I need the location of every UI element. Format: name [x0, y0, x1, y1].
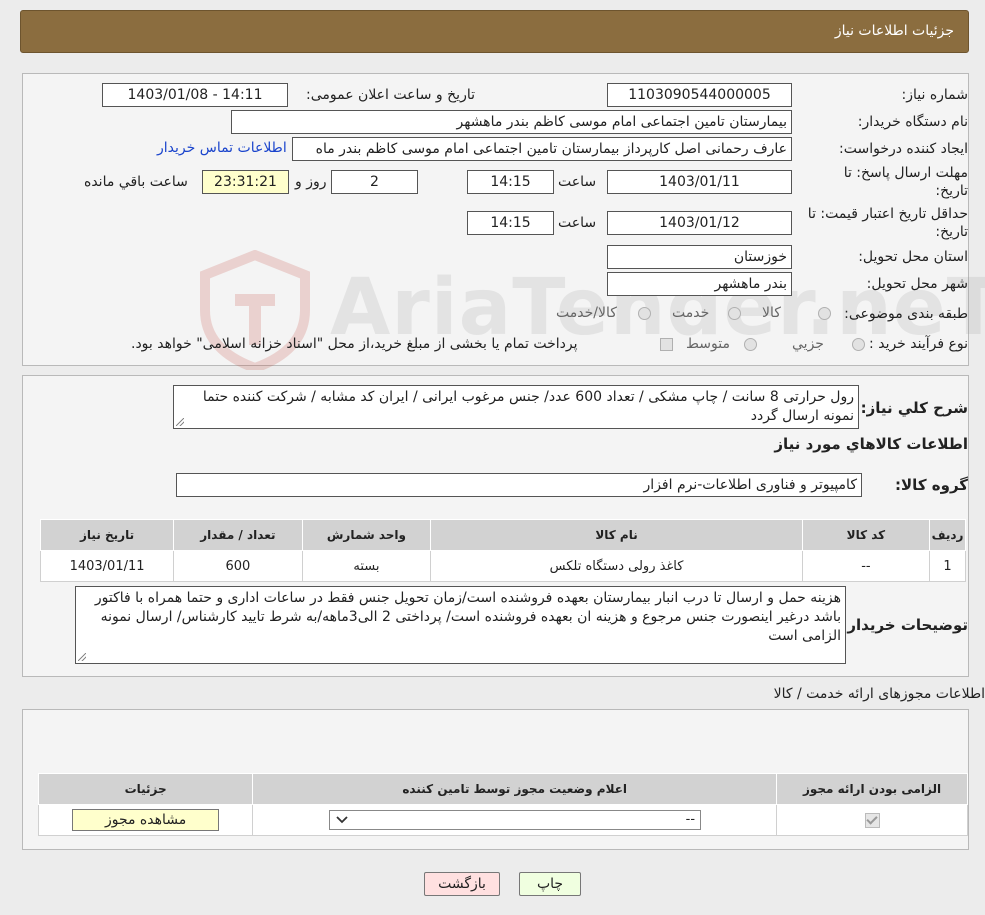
page-header: جزئیات اطلاعات نیاز	[20, 10, 969, 53]
permits-title: اطلاعات مجوزهای ارائه خدمت / کالا	[773, 686, 985, 702]
buyer-org-field: بیمارستان تامین اجتماعی امام موسی کاظم ب…	[231, 110, 792, 134]
category-option-goods-service: کالا/خدمت	[556, 305, 617, 321]
print-button[interactable]: چاپ	[519, 872, 581, 896]
goods-col-quantity: تعداد / مقدار	[173, 519, 303, 551]
permits-col-required: الزامی بودن ارائه مجوز	[776, 773, 968, 805]
city-field: بندر ماهشهر	[607, 272, 792, 296]
category-radio-service[interactable]	[728, 307, 741, 320]
goods-group-label: گروه کالا:	[895, 476, 968, 494]
goods-col-code: کد کالا	[801, 519, 931, 551]
announce-field: 1403/01/08 - 14:11	[102, 83, 288, 107]
purchase-radio-medium[interactable]	[744, 338, 757, 351]
buyer-notes-label: توضیحات خریدار:	[841, 616, 968, 634]
validity-label: حداقل تاریخ اعتبار قیمت: تا	[807, 206, 968, 222]
buyer-contact-link[interactable]: اطلاعات تماس خریدار	[157, 140, 287, 156]
creator-field: عارف رحمانی اصل کارپرداز بیمارستان تامین…	[292, 137, 792, 161]
permits-cell-status: --	[252, 804, 778, 836]
view-permit-button[interactable]: مشاهده مجوز	[72, 809, 220, 831]
permits-table: الزامی بودن ارائه مجوز اعلام وضعیت مجوز …	[37, 773, 968, 836]
deadline-date-field: 1403/01/11	[607, 170, 792, 194]
goods-cell-unit: بسته	[301, 550, 432, 582]
page-title: جزئیات اطلاعات نیاز	[834, 23, 954, 39]
province-label: استان محل تحویل:	[858, 249, 968, 265]
category-radio-goods[interactable]	[818, 307, 831, 320]
announce-label: تاریخ و ساعت اعلان عمومی:	[306, 87, 475, 103]
goods-table: ردیف کد کالا نام کالا واحد شمارش تعداد /…	[39, 519, 966, 582]
description-textarea[interactable]: رول حرارتی 8 سانت / چاپ مشکی / تعداد 600…	[173, 385, 859, 429]
goods-cell-code: --	[801, 550, 931, 582]
deadline-time-field: 14:15	[467, 170, 554, 194]
permit-status-value: --	[685, 812, 696, 827]
city-label: شهر محل تحویل:	[866, 276, 968, 292]
validity-date-field: 1403/01/12	[607, 211, 792, 235]
buyer-org-label: نام دستگاه خریدار:	[857, 114, 968, 130]
permits-col-details: جزئیات	[37, 773, 254, 805]
goods-cell-date: 1403/01/11	[39, 550, 175, 582]
chevron-down-icon	[336, 816, 348, 824]
table-row: -- مشاهده مجوز	[37, 804, 968, 836]
goods-col-date: تاریخ نیاز	[39, 519, 175, 551]
validity-time-field: 14:15	[467, 211, 554, 235]
goods-table-header-row: ردیف کد کالا نام کالا واحد شمارش تعداد /…	[39, 519, 966, 551]
buyer-notes-text: هزینه حمل و ارسال تا درب انبار بیمارستان…	[94, 590, 841, 644]
need-number-field: 1103090544000005	[607, 83, 792, 107]
category-label: طبقه بندی موضوعی:	[844, 306, 968, 322]
deadline-label-2: تاریخ:	[935, 183, 968, 199]
need-number-label: شماره نیاز:	[901, 87, 969, 103]
category-option-goods: کالا	[762, 305, 781, 321]
purchase-note: پرداخت تمام یا بخشی از مبلغ خرید،از محل …	[131, 336, 578, 352]
remaining-label: ساعت باقي مانده	[84, 174, 188, 190]
validity-label-2: تاریخ:	[935, 224, 968, 240]
goods-cell-name: کاغذ رولی دستگاه تلکس	[430, 550, 803, 582]
table-row: 1 -- کاغذ رولی دستگاه تلکس بسته 600 1403…	[39, 550, 966, 582]
resize-grip-icon[interactable]	[176, 418, 184, 426]
permits-header-row: الزامی بودن ارائه مجوز اعلام وضعیت مجوز …	[37, 773, 968, 805]
category-radio-goods-service[interactable]	[638, 307, 651, 320]
goods-cell-row: 1	[929, 550, 966, 582]
deadline-label: مهلت ارسال پاسخ: تا	[843, 165, 968, 181]
description-label: شرح کلي نياز:	[860, 399, 968, 417]
days-field: 2	[331, 170, 418, 194]
goods-col-name: نام کالا	[430, 519, 803, 551]
validity-time-label: ساعت	[558, 215, 597, 231]
goods-cell-quantity: 600	[173, 550, 303, 582]
purchase-option-minor: جزيي	[792, 336, 824, 352]
deadline-time-label: ساعت	[558, 174, 597, 190]
purchase-type-label: نوع فرآیند خرید :	[869, 336, 968, 352]
resize-grip-icon[interactable]	[78, 653, 86, 661]
checkmark-icon	[865, 812, 878, 825]
permits-col-status: اعلام وضعیت مجوز توسط تامین کننده	[252, 773, 778, 805]
purchase-option-medium: متوسط	[686, 336, 730, 352]
required-checkbox[interactable]	[864, 812, 880, 828]
goods-group-field: کامپیوتر و فناوری اطلاعات-نرم افزار	[176, 473, 862, 497]
permits-cell-details: مشاهده مجوز	[37, 804, 254, 836]
province-field: خوزستان	[607, 245, 792, 269]
back-button[interactable]: بازگشت	[424, 872, 500, 896]
permits-cell-required	[776, 804, 968, 836]
goods-col-row: ردیف	[929, 519, 966, 551]
remaining-time-field: 23:31:21	[202, 170, 289, 194]
category-option-service: خدمت	[672, 305, 710, 321]
days-label: روز و	[295, 174, 327, 190]
treasury-checkbox[interactable]	[660, 338, 673, 351]
creator-label: ایجاد کننده درخواست:	[839, 141, 968, 157]
permit-status-select[interactable]: --	[328, 810, 701, 830]
purchase-radio-minor[interactable]	[852, 338, 865, 351]
goods-col-unit: واحد شمارش	[301, 519, 432, 551]
description-text: رول حرارتی 8 سانت / چاپ مشکی / تعداد 600…	[202, 389, 854, 424]
buyer-notes-textarea[interactable]: هزینه حمل و ارسال تا درب انبار بیمارستان…	[75, 586, 846, 664]
goods-info-title: اطلاعات کالاهاي مورد نياز	[774, 435, 968, 453]
